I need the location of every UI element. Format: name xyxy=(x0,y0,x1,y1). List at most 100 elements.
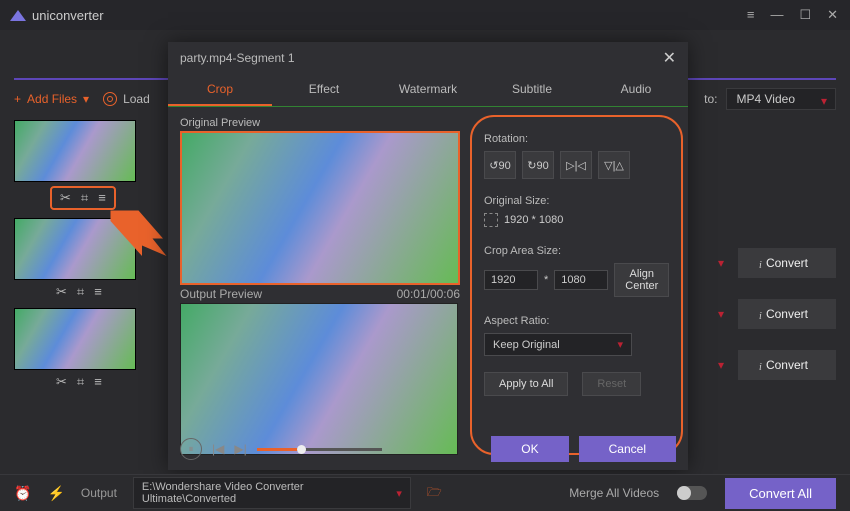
clip-thumbnail[interactable] xyxy=(14,308,136,370)
original-size-label: Original Size: xyxy=(484,195,669,207)
crop-icon[interactable]: ⌗ xyxy=(77,374,84,390)
modal-title: party.mp4-Segment 1 xyxy=(180,51,295,65)
aspect-ratio-value: Keep Original xyxy=(493,339,560,351)
info-icon[interactable]: i xyxy=(753,360,768,375)
aspect-ratio-select[interactable]: Keep Original ▾ xyxy=(484,333,632,356)
merge-all-toggle[interactable] xyxy=(677,486,707,500)
pause-button[interactable]: ⏸ xyxy=(180,438,202,460)
original-preview[interactable] xyxy=(180,131,460,285)
alarm-icon[interactable]: ⏰ xyxy=(14,485,31,502)
merge-all-label: Merge All Videos xyxy=(569,486,659,500)
add-files-label: Add Files xyxy=(27,92,77,106)
preview-timecode: 00:01/00:06 xyxy=(397,287,460,301)
aspect-icon xyxy=(484,213,498,227)
modal-footer: ⏸ |◀ ▶| OK Cancel xyxy=(180,436,676,462)
clip-edit-toolbar: ✂ ⌗ ≡ xyxy=(14,284,178,300)
convert-column: ▾ Convert i ▾ Convert i ▾ Convert i xyxy=(718,248,836,375)
clip-list: ✂ ⌗ ≡ ✂ ⌗ ≡ ✂ ⌗ ≡ xyxy=(14,120,178,390)
effects-icon[interactable]: ≡ xyxy=(94,374,102,390)
load-dvd-button[interactable]: Load xyxy=(103,92,150,106)
maximize-icon[interactable]: ☐ xyxy=(797,7,813,23)
title-bar: uniconverter ≡ — ☐ ✕ xyxy=(0,0,850,30)
cancel-button[interactable]: Cancel xyxy=(579,436,676,462)
output-format-picker: to: MP4 Video ▾ xyxy=(704,88,836,110)
info-icon[interactable]: i xyxy=(753,309,768,324)
convert-all-button[interactable]: Convert All xyxy=(725,478,836,509)
rotation-label: Rotation: xyxy=(484,133,669,145)
aspect-ratio-label: Aspect Ratio: xyxy=(484,315,669,327)
crop-icon[interactable]: ⌗ xyxy=(81,190,88,206)
clip-edit-toolbar: ✂ ⌗ ≡ xyxy=(50,186,116,210)
rotate-left-button[interactable]: ↺90 xyxy=(484,151,516,179)
size-separator: * xyxy=(544,274,548,286)
output-preview-label: Output Preview xyxy=(180,287,262,301)
load-dvd-label: Load xyxy=(123,92,150,106)
cut-icon[interactable]: ✂ xyxy=(60,190,71,206)
tab-watermark[interactable]: Watermark xyxy=(376,74,480,106)
caret-down-icon[interactable]: ▾ xyxy=(718,358,724,372)
clip-item: ✂ ⌗ ≡ xyxy=(14,308,178,390)
prev-frame-button[interactable]: |◀ xyxy=(212,442,224,456)
tab-audio[interactable]: Audio xyxy=(584,74,688,106)
minimize-icon[interactable]: — xyxy=(768,7,785,23)
flip-vertical-button[interactable]: ▽|△ xyxy=(598,151,630,179)
crop-area-label: Crop Area Size: xyxy=(484,245,669,257)
crop-icon[interactable]: ⌗ xyxy=(77,284,84,300)
modal-close-icon[interactable]: ✕ xyxy=(663,48,676,68)
seek-bar[interactable] xyxy=(257,448,382,451)
crop-width-input[interactable] xyxy=(484,270,538,290)
apply-to-all-button[interactable]: Apply to All xyxy=(484,372,568,396)
output-path-value: E:\Wondershare Video Converter Ultimate\… xyxy=(142,481,396,505)
original-preview-label: Original Preview xyxy=(180,115,460,131)
format-select[interactable]: MP4 Video ▾ xyxy=(726,88,836,110)
clip-item: ✂ ⌗ ≡ xyxy=(14,120,178,210)
crop-controls-panel: Rotation: ↺90 ↻90 ▷|◁ ▽|△ Original Size:… xyxy=(470,115,683,455)
output-label: Output xyxy=(81,486,117,500)
rotate-right-button[interactable]: ↻90 xyxy=(522,151,554,179)
playback-controls: ⏸ |◀ ▶| xyxy=(180,438,382,460)
tab-crop[interactable]: Crop xyxy=(168,74,272,106)
info-icon[interactable]: i xyxy=(753,258,768,273)
caret-down-icon: ▾ xyxy=(396,487,402,500)
crop-height-input[interactable] xyxy=(554,270,608,290)
caret-down-icon[interactable]: ▾ xyxy=(718,256,724,270)
clip-edit-toolbar: ✂ ⌗ ≡ xyxy=(14,374,178,390)
output-to-label: to: xyxy=(704,92,717,106)
clip-thumbnail[interactable] xyxy=(14,218,136,280)
close-window-icon[interactable]: ✕ xyxy=(825,7,840,23)
cut-icon[interactable]: ✂ xyxy=(56,284,67,300)
reset-button[interactable]: Reset xyxy=(582,372,641,396)
output-preview xyxy=(180,303,458,455)
tab-effect[interactable]: Effect xyxy=(272,74,376,106)
crop-modal: party.mp4-Segment 1 ✕ Crop Effect Waterm… xyxy=(168,42,688,470)
output-path-field[interactable]: E:\Wondershare Video Converter Ultimate\… xyxy=(133,477,411,509)
dvd-icon xyxy=(103,92,117,106)
flip-horizontal-button[interactable]: ▷|◁ xyxy=(560,151,592,179)
effects-icon[interactable]: ≡ xyxy=(98,190,106,206)
tab-subtitle[interactable]: Subtitle xyxy=(480,74,584,106)
caret-down-icon: ▾ xyxy=(821,94,827,108)
add-files-button[interactable]: + Add Files ▾ xyxy=(14,92,89,106)
caret-down-icon: ▾ xyxy=(83,92,89,106)
format-value: MP4 Video xyxy=(737,92,795,106)
brand-name: uniconverter xyxy=(32,8,104,23)
effects-icon[interactable]: ≡ xyxy=(94,284,102,300)
app-brand: uniconverter xyxy=(10,8,104,23)
preview-column: Original Preview Output Preview 00:01/00… xyxy=(180,115,460,455)
flash-icon[interactable]: ⚡ xyxy=(47,485,64,502)
caret-down-icon[interactable]: ▾ xyxy=(718,307,724,321)
settings-icon[interactable]: ≡ xyxy=(745,7,757,23)
original-size-value: 1920 * 1080 xyxy=(504,214,563,226)
plus-icon: + xyxy=(14,92,21,106)
effect-tabs: Crop Effect Watermark Subtitle Audio xyxy=(168,74,688,107)
align-center-button[interactable]: Align Center xyxy=(614,263,669,297)
open-folder-icon[interactable]: 🗁 xyxy=(427,483,442,504)
bottom-bar: ⏰ ⚡ Output E:\Wondershare Video Converte… xyxy=(0,474,850,511)
ok-button[interactable]: OK xyxy=(491,436,568,462)
caret-down-icon: ▾ xyxy=(617,338,623,351)
cut-icon[interactable]: ✂ xyxy=(56,374,67,390)
brand-logo-icon xyxy=(10,10,26,21)
next-frame-button[interactable]: ▶| xyxy=(234,442,246,456)
clip-item: ✂ ⌗ ≡ xyxy=(14,218,178,300)
clip-thumbnail[interactable] xyxy=(14,120,136,182)
